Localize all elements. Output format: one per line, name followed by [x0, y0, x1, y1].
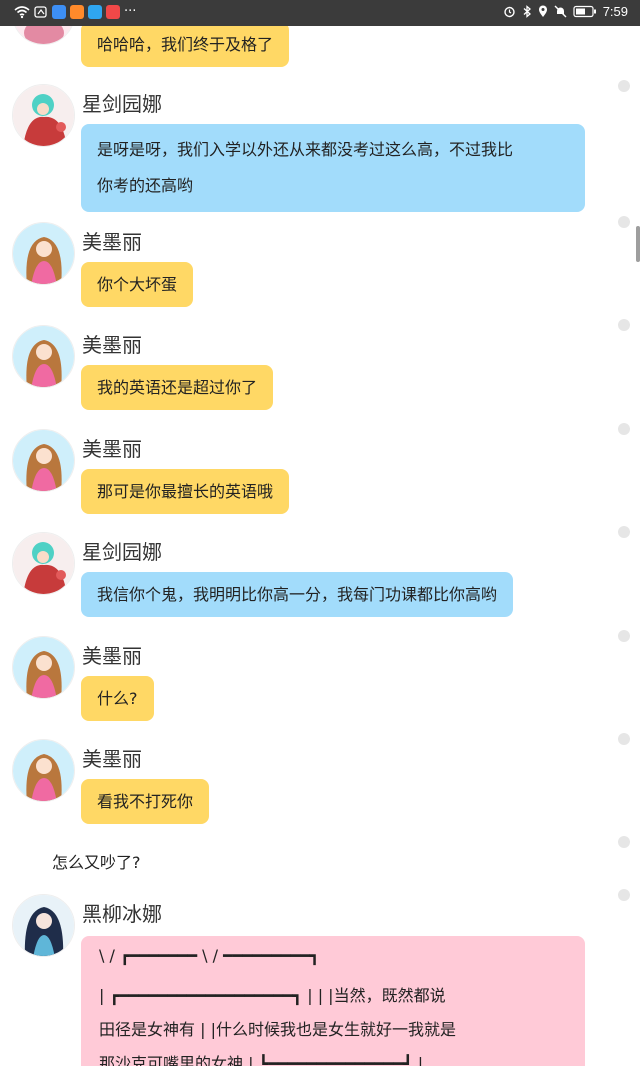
battery-icon — [573, 5, 596, 18]
message-line: 是呀是呀，我们入学以外还从来都没考过这么高，不过我比 — [97, 140, 514, 159]
message-dot — [618, 526, 630, 538]
message-line: 那沙克可嘴里的女神 | ┗━━━━━━━━━━━━━━┛ | — [99, 1054, 424, 1066]
message-bubble[interactable]: 什么? — [81, 676, 154, 721]
avatar[interactable] — [12, 636, 75, 699]
status-left: ··· — [14, 4, 136, 19]
scrollbar[interactable] — [636, 226, 640, 262]
message-line: 田径是女神有 | |什么时候我也是女生就好一我就是 — [99, 1020, 456, 1039]
wifi-icon — [14, 5, 30, 18]
avatar-image — [13, 533, 74, 594]
red-app-icon — [106, 4, 120, 19]
message-dot — [618, 319, 630, 331]
message-bubble[interactable]: 我信你个鬼，我明明比你高一分，我每门功课都比你高哟 — [81, 572, 514, 617]
narration-text: 怎么又吵了? — [52, 853, 141, 872]
sender-name: 美墨丽 — [82, 644, 142, 668]
location-icon — [538, 5, 547, 17]
sender-name: 美墨丽 — [82, 333, 142, 357]
status-bar: ··· 7:59 — [0, 0, 640, 26]
sender-name: 美墨丽 — [82, 437, 142, 461]
message-dot — [618, 630, 630, 642]
avatar[interactable] — [12, 739, 75, 802]
message-bubble[interactable]: 你个大坏蛋 — [81, 262, 194, 307]
sender-name: 美墨丽 — [82, 230, 142, 254]
orange-app-icon — [70, 4, 84, 19]
message-dot — [618, 889, 630, 901]
signal-icon — [34, 5, 47, 18]
clock: 7:59 — [602, 4, 628, 19]
alarm-icon — [503, 6, 515, 18]
message-line: 你考的还高哟 — [97, 176, 194, 195]
message-bubble[interactable]: 看我不打死你 — [81, 779, 210, 824]
avatar[interactable] — [12, 222, 75, 285]
avatar-image — [13, 430, 74, 491]
avatar-image — [13, 895, 74, 956]
avatar-image — [13, 326, 74, 387]
avatar-image — [13, 26, 74, 44]
message-bubble[interactable]: 哈哈哈，我们终于及格了 — [81, 26, 290, 67]
mute-icon — [554, 5, 567, 18]
message-bubble[interactable]: 我的英语还是超过你了 — [81, 365, 274, 410]
sender-name: 黑柳冰娜 — [82, 902, 162, 926]
message-bubble[interactable]: \ / ┏━━━━━━━ \ / ━━━━━━━━━┓ | ┏━━━━━━━━━… — [81, 936, 585, 1066]
sender-name: 星剑园娜 — [82, 92, 162, 116]
avatar[interactable] — [12, 325, 75, 388]
message-dot — [618, 423, 630, 435]
message-dot — [618, 836, 630, 848]
avatar-image — [13, 637, 74, 698]
avatar[interactable] — [12, 84, 75, 147]
more-notifications: ··· — [124, 4, 137, 19]
avatar-image — [13, 223, 74, 284]
avatar[interactable] — [12, 429, 75, 492]
avatar[interactable] — [12, 532, 75, 595]
avatar-image — [13, 740, 74, 801]
blue-app-icon — [88, 4, 102, 19]
message-dot — [618, 733, 630, 745]
message-bubble[interactable]: 是呀是呀，我们入学以外还从来都没考过这么高，不过我比 你考的还高哟 — [81, 124, 585, 212]
sender-name: 星剑园娜 — [82, 540, 162, 564]
chat-list[interactable]: 哈哈哈，我们终于及格了 星剑园娜 是呀是呀，我们入学以外还从来都没考过这么高，不… — [0, 26, 640, 1066]
avatar[interactable] — [12, 894, 75, 957]
message-line: | ┏━━━━━━━━━━━━━━━━━━┓ | | |当然，既然都说 — [99, 986, 446, 1005]
avatar-image — [13, 85, 74, 146]
bluetooth-icon — [523, 5, 531, 18]
cloud-app-icon — [52, 4, 66, 19]
message-bubble[interactable]: 那可是你最擅长的英语哦 — [81, 469, 290, 514]
message-line: \ / ┏━━━━━━━ \ / ━━━━━━━━━┓ — [99, 946, 320, 965]
avatar[interactable] — [12, 26, 75, 45]
sender-name: 美墨丽 — [82, 747, 142, 771]
message-dot — [618, 216, 630, 228]
message-dot — [618, 80, 630, 92]
status-right: 7:59 — [503, 4, 628, 19]
